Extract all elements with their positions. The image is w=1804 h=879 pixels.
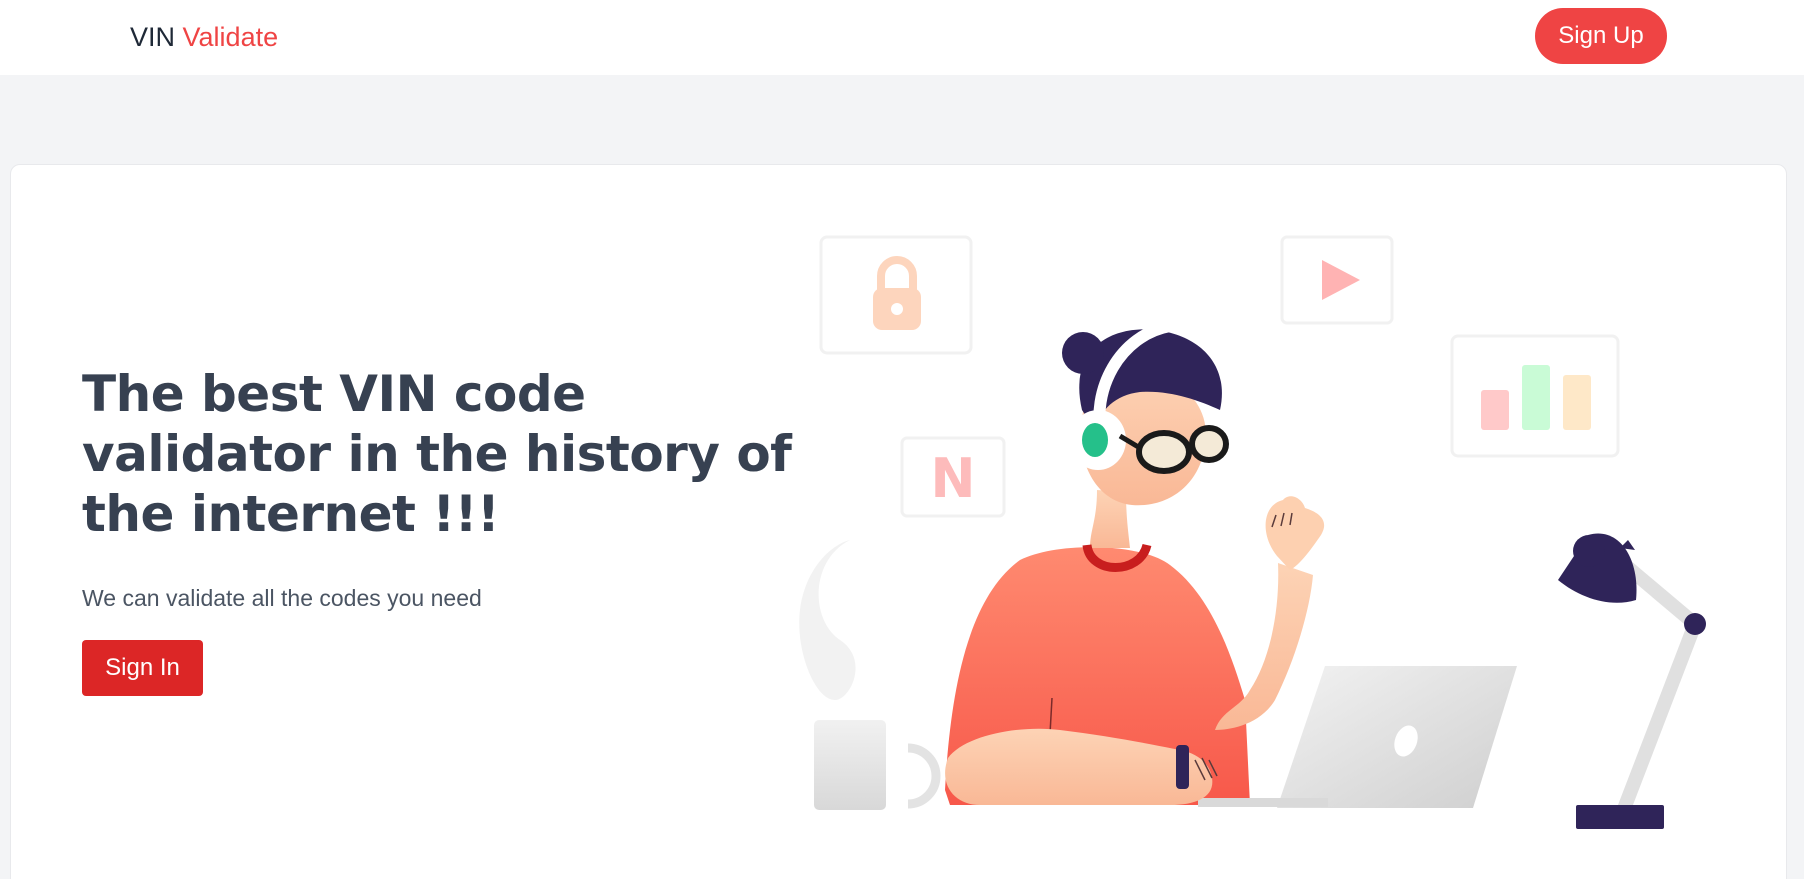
signin-button[interactable]: Sign In [82, 640, 203, 696]
brand-accent: Validate [182, 22, 279, 52]
steam-icon [799, 540, 856, 700]
hero-illustration: N [799, 235, 1706, 829]
brand-primary: VIN [130, 22, 176, 52]
hero-title: The best VIN code validator in the histo… [82, 365, 792, 543]
desk-lamp-icon [1558, 533, 1706, 829]
mug-icon [814, 720, 941, 810]
play-tile-icon [1280, 235, 1394, 325]
signup-button[interactable]: Sign Up [1535, 8, 1667, 64]
watch-icon [1176, 745, 1189, 789]
bar-chart-tile-icon [1450, 334, 1620, 458]
brand-logo[interactable]: VIN Validate [130, 22, 278, 52]
n-tile-letter: N [930, 447, 975, 510]
lock-tile-icon [819, 235, 973, 355]
hero-subtitle: We can validate all the codes you need [82, 585, 482, 611]
top-navbar: VIN Validate Sign Up [0, 0, 1804, 75]
person-illustration [945, 319, 1517, 808]
n-tile-icon: N [900, 436, 1006, 518]
